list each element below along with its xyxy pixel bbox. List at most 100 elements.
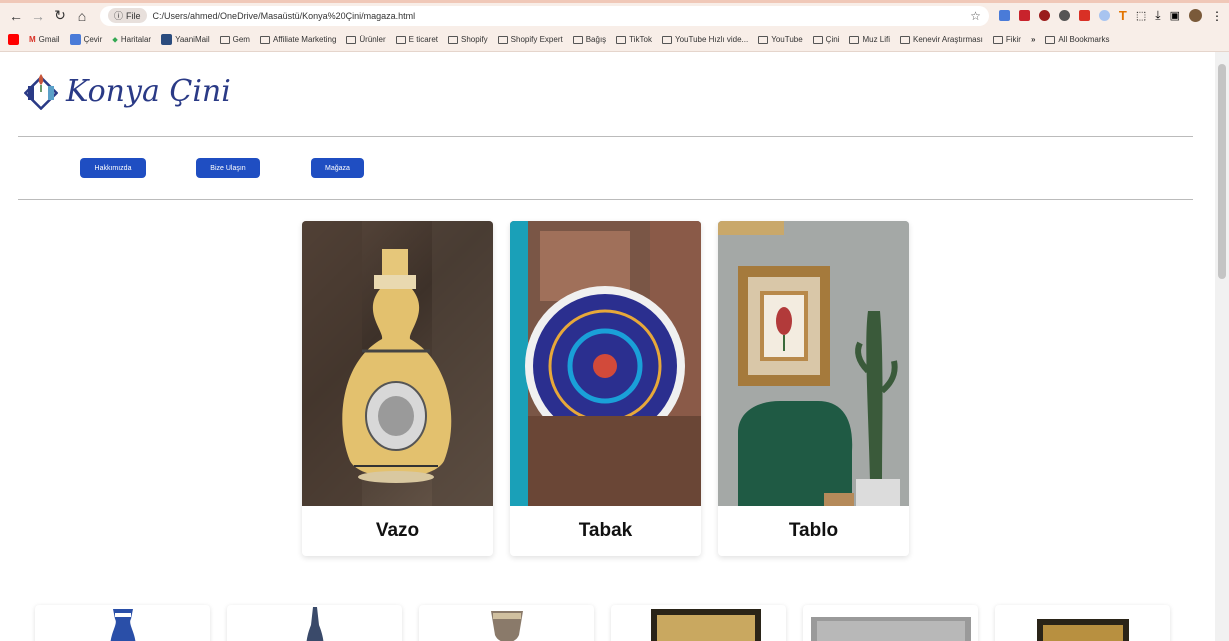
product-thumb[interactable] bbox=[419, 605, 594, 641]
bookmark-folder[interactable]: YouTube Hızlı vide... bbox=[662, 35, 748, 44]
bookmark-folder[interactable]: Çini bbox=[812, 35, 839, 44]
bookmark-item[interactable]: ⬥ Haritalar bbox=[112, 35, 151, 45]
bookmark-item[interactable]: YaaniMail bbox=[161, 34, 210, 45]
product-thumb[interactable] bbox=[803, 605, 978, 641]
bookmark-star-icon[interactable]: ☆ bbox=[970, 9, 981, 23]
product-categories: Vazo Tabak Tablo bbox=[302, 221, 909, 556]
bookmark-folder[interactable]: Bağış bbox=[572, 35, 606, 44]
site-logo[interactable]: Konya Çini bbox=[24, 72, 231, 110]
frame-thumb-image bbox=[811, 617, 971, 641]
folder-icon bbox=[346, 35, 357, 44]
folder-icon bbox=[259, 35, 270, 44]
bookmark-folder[interactable]: Ürünler bbox=[346, 35, 386, 44]
bookmarks-overflow-button[interactable]: » bbox=[1031, 35, 1035, 44]
folder-icon bbox=[1045, 35, 1056, 44]
product-thumb[interactable] bbox=[611, 605, 786, 641]
main-menu: Hakkımızda Bize Ulaşın Mağaza bbox=[80, 158, 364, 178]
home-icon[interactable]: ⌂ bbox=[72, 6, 92, 26]
folder-icon bbox=[849, 35, 860, 44]
bookmark-folder[interactable]: TikTok bbox=[616, 35, 652, 44]
product-thumb[interactable] bbox=[35, 605, 210, 641]
forward-icon[interactable]: → bbox=[28, 6, 48, 26]
url-text: C:/Users/ahmed/OneDrive/Masaüstü/Konya%2… bbox=[152, 10, 416, 21]
browser-toolbar: ← → ↻ ⌂ ⓘ File C:/Users/ahmed/OneDrive/M… bbox=[0, 0, 1229, 28]
page-content: Konya Çini Hakkımızda Bize Ulaşın Mağaza bbox=[0, 52, 1229, 641]
painting-image bbox=[718, 221, 909, 506]
product-title: Vazo bbox=[375, 520, 420, 541]
puzzle-icon[interactable]: ⬚ bbox=[1136, 9, 1146, 22]
info-icon: ⓘ bbox=[114, 11, 124, 21]
folder-icon bbox=[992, 35, 1003, 44]
extension-icon[interactable] bbox=[1098, 10, 1110, 21]
product-grid bbox=[35, 605, 1170, 641]
vase-illustration bbox=[302, 221, 493, 506]
about-button[interactable]: Hakkımızda bbox=[80, 158, 146, 178]
folder-icon bbox=[395, 35, 406, 44]
pdf-extension-icon[interactable] bbox=[1078, 10, 1090, 21]
folder-icon bbox=[616, 35, 627, 44]
bookmark-folder[interactable]: Shopify Expert bbox=[497, 35, 563, 44]
product-title: Tablo bbox=[788, 520, 839, 541]
file-chip[interactable]: ⓘ File bbox=[108, 8, 147, 23]
tile-logo-icon bbox=[24, 74, 58, 110]
address-bar[interactable]: ⓘ File C:/Users/ahmed/OneDrive/Masaüstü/… bbox=[100, 5, 989, 26]
bookmark-folder[interactable]: Kenevir Araştırması bbox=[900, 35, 983, 44]
painting-illustration bbox=[718, 221, 909, 506]
plate-illustration bbox=[510, 221, 701, 506]
translate-icon bbox=[69, 34, 81, 45]
contact-button[interactable]: Bize Ulaşın bbox=[196, 158, 260, 178]
bookmark-item[interactable]: M Gmail bbox=[29, 35, 60, 44]
bookmark-folder[interactable]: Muz Lifi bbox=[849, 35, 890, 44]
folder-icon bbox=[812, 35, 823, 44]
frame-thumb-image bbox=[651, 609, 761, 641]
youtube-icon[interactable] bbox=[8, 34, 19, 45]
mail-icon bbox=[161, 34, 173, 45]
folder-icon bbox=[572, 35, 583, 44]
pinterest-extension-icon[interactable] bbox=[1018, 10, 1030, 21]
folder-icon bbox=[758, 35, 769, 44]
shop-button[interactable]: Mağaza bbox=[311, 158, 364, 178]
maps-pin-icon: ⬥ bbox=[112, 34, 118, 44]
logo-text: Konya Çini bbox=[66, 73, 231, 109]
product-card-tabak[interactable]: Tabak bbox=[510, 221, 701, 556]
bookmark-folder[interactable]: E ticaret bbox=[395, 35, 438, 44]
product-card-vazo[interactable]: Vazo bbox=[302, 221, 493, 556]
folder-icon bbox=[662, 35, 672, 44]
product-thumb[interactable] bbox=[995, 605, 1170, 641]
bookmark-item[interactable]: Çevir bbox=[69, 34, 102, 45]
bookmark-folder[interactable]: Gem bbox=[219, 35, 250, 44]
vase-image bbox=[302, 221, 493, 506]
page-scrollbar[interactable] bbox=[1215, 52, 1229, 641]
bookmarks-bar: M Gmail Çevir ⬥ Haritalar YaaniMail Gem Af… bbox=[0, 28, 1229, 52]
folder-icon bbox=[447, 35, 458, 44]
bowl-thumb-image bbox=[491, 611, 523, 641]
product-title: Tabak bbox=[578, 520, 633, 541]
scroll-thumb[interactable] bbox=[1218, 64, 1226, 279]
bookmark-folder[interactable]: Affiliate Marketing bbox=[259, 35, 336, 44]
folder-icon bbox=[219, 35, 230, 44]
vase-thumb-image bbox=[306, 607, 324, 641]
sidepanel-icon[interactable]: ▣ bbox=[1170, 9, 1180, 22]
vase-thumb-image bbox=[110, 609, 136, 641]
translate-extension-icon[interactable] bbox=[998, 10, 1010, 21]
frame-thumb-image bbox=[1037, 619, 1129, 641]
shield-extension-icon[interactable] bbox=[1038, 10, 1050, 21]
menu-icon[interactable]: ⋮ bbox=[1211, 9, 1223, 23]
bookmark-folder[interactable]: Fikir bbox=[992, 35, 1021, 44]
gear-extension-icon[interactable] bbox=[1058, 10, 1070, 21]
product-card-tablo[interactable]: Tablo bbox=[718, 221, 909, 556]
avatar[interactable] bbox=[1189, 9, 1202, 22]
folder-icon bbox=[497, 35, 508, 44]
bookmark-folder[interactable]: Shopify bbox=[447, 35, 488, 44]
back-icon[interactable]: ← bbox=[6, 6, 26, 26]
bookmark-folder[interactable]: YouTube bbox=[758, 35, 803, 44]
all-bookmarks-button[interactable]: All Bookmarks bbox=[1045, 35, 1110, 44]
reload-icon[interactable]: ↻ bbox=[50, 6, 70, 26]
product-thumb[interactable] bbox=[227, 605, 402, 641]
folder-icon bbox=[900, 35, 911, 44]
text-extension-icon[interactable]: T bbox=[1119, 8, 1127, 23]
download-icon[interactable]: ⤓ bbox=[1155, 8, 1160, 23]
divider bbox=[18, 199, 1193, 200]
divider bbox=[18, 136, 1193, 137]
gmail-icon: M bbox=[29, 35, 36, 44]
